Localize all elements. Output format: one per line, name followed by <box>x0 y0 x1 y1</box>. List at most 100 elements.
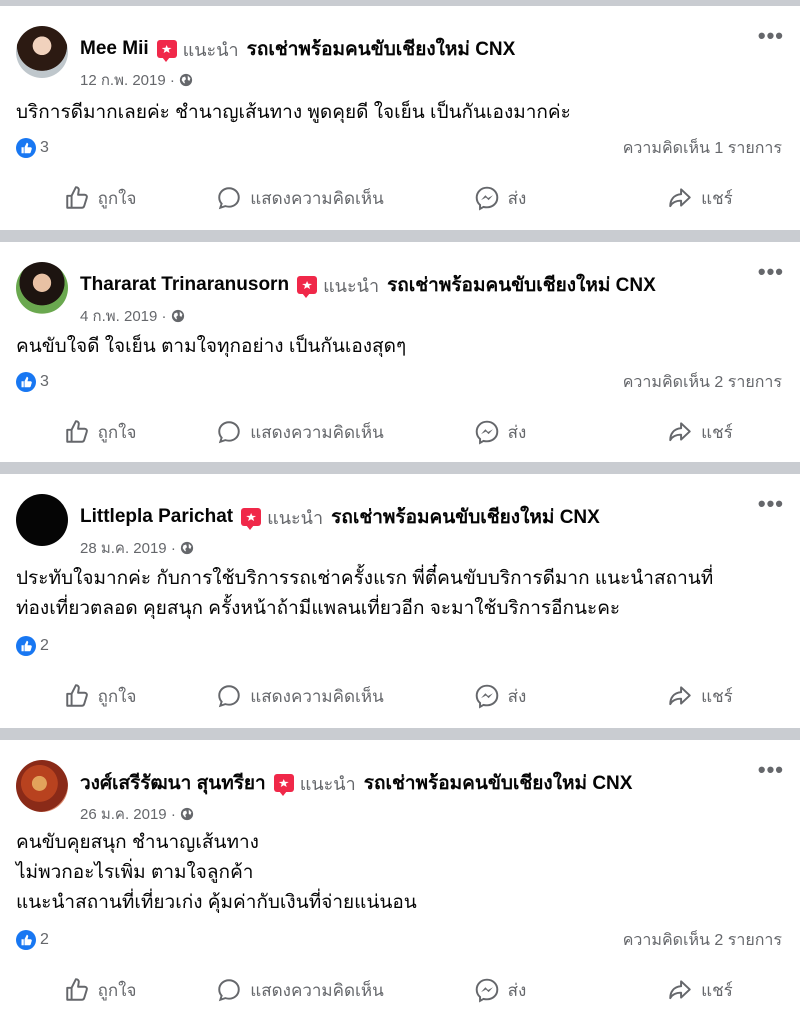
thumbs-up-icon <box>65 684 88 707</box>
comment-count[interactable]: ความคิดเห็น 2 รายการ <box>623 370 782 395</box>
like-label: ถูกใจ <box>97 980 137 1000</box>
recommend-label: แนะนำ <box>267 507 324 528</box>
author-name[interactable]: Littlepla Parichat <box>80 506 233 528</box>
like-label: ถูกใจ <box>97 188 137 208</box>
globe-icon <box>180 541 193 555</box>
comment-label: แสดงความคิดเห็น <box>250 980 384 1000</box>
author-name[interactable]: วงศ์เสรีรัฒนา สุนทรียา <box>80 768 266 798</box>
post-date[interactable]: 26 ม.ค. 2019 · <box>80 802 176 826</box>
comment-button[interactable]: แสดงความคิดเห็น <box>200 178 400 218</box>
share-button[interactable]: แชร์ <box>600 412 800 452</box>
like-button[interactable]: ถูกใจ <box>0 676 200 716</box>
post-text-line: คนขับใจดี ใจเย็น ตามใจทุกอย่าง เป็นกันเอ… <box>16 336 407 357</box>
like-label: ถูกใจ <box>97 686 137 706</box>
share-icon <box>669 980 691 1000</box>
more-options-button[interactable]: ••• <box>758 25 784 47</box>
avatar[interactable] <box>16 26 68 78</box>
share-button[interactable]: แชร์ <box>600 970 800 1010</box>
comment-count[interactable]: ความคิดเห็น 2 รายการ <box>623 928 782 953</box>
like-count[interactable]: 2 <box>40 931 49 949</box>
like-reaction-icon[interactable] <box>16 138 36 158</box>
like-count[interactable]: 3 <box>40 139 49 157</box>
post-text-line: ท่องเที่ยวตลอด คุยสนุก ครั้งหน้าถ้ามีแพล… <box>16 598 621 619</box>
avatar[interactable] <box>16 760 68 812</box>
action-bar: ถูกใจ แสดงความคิดเห็น ส่ง แชร์ <box>0 970 800 1010</box>
comment-button[interactable]: แสดงความคิดเห็น <box>200 676 400 716</box>
like-reaction-icon[interactable] <box>16 930 36 950</box>
post-date[interactable]: 28 ม.ค. 2019 · <box>80 536 176 560</box>
post-text-line: แนะนำสถานที่เที่ยวเก่ง คุ้มค่ากับเงินที่… <box>16 892 417 913</box>
action-bar: ถูกใจ แสดงความคิดเห็น ส่ง แชร์ <box>0 676 800 716</box>
page-name-link[interactable]: รถเช่าพร้อมคนขับเชียงใหม่ CNX <box>387 270 656 300</box>
share-icon <box>669 686 691 706</box>
like-button[interactable]: ถูกใจ <box>0 412 200 452</box>
avatar[interactable] <box>16 494 68 546</box>
more-options-button[interactable]: ••• <box>758 493 784 515</box>
send-button[interactable]: ส่ง <box>400 412 600 452</box>
more-options-button[interactable]: ••• <box>758 759 784 781</box>
comment-icon <box>218 979 241 1002</box>
author-name[interactable]: Mee Mii <box>80 38 149 60</box>
post-header: Thararat Trinaranusorn แนะนำ รถเช่าพร้อม… <box>16 261 784 325</box>
thumbs-up-icon <box>65 978 88 1001</box>
action-bar: ถูกใจ แสดงความคิดเห็น ส่ง แชร์ <box>0 412 800 452</box>
share-label: แชร์ <box>701 422 733 442</box>
send-button[interactable]: ส่ง <box>400 970 600 1010</box>
recommend-icon <box>241 508 262 530</box>
like-count[interactable]: 2 <box>40 637 49 655</box>
thumbs-up-icon <box>65 186 88 209</box>
review-post: Thararat Trinaranusorn แนะนำ รถเช่าพร้อม… <box>0 242 800 462</box>
thumbs-up-icon <box>65 420 88 443</box>
post-text: บริการดีมากเลยค่ะ ชำนาญเส้นทาง พูดคุยดี … <box>16 98 780 128</box>
comment-icon <box>218 685 241 708</box>
comment-button[interactable]: แสดงความคิดเห็น <box>200 970 400 1010</box>
recommend-icon <box>273 774 294 796</box>
like-label: ถูกใจ <box>97 422 137 442</box>
recommend-label: แนะนำ <box>323 275 380 296</box>
send-label: ส่ง <box>507 686 527 706</box>
author-name[interactable]: Thararat Trinaranusorn <box>80 274 289 296</box>
page-name-link[interactable]: รถเช่าพร้อมคนขับเชียงใหม่ CNX <box>247 34 516 64</box>
share-button[interactable]: แชร์ <box>600 676 800 716</box>
share-icon <box>669 188 691 208</box>
post-text: คนขับคุยสนุก ชำนาญเส้นทาง ไม่พวกอะไรเพิ่… <box>16 828 780 918</box>
more-options-button[interactable]: ••• <box>758 261 784 283</box>
send-button[interactable]: ส่ง <box>400 676 600 716</box>
send-button[interactable]: ส่ง <box>400 178 600 218</box>
messenger-icon <box>475 186 498 211</box>
comment-label: แสดงความคิดเห็น <box>250 686 384 706</box>
share-label: แชร์ <box>701 980 733 1000</box>
comment-icon <box>218 421 241 444</box>
reactions-bar: 2 ความคิดเห็น 2 รายการ <box>16 928 782 952</box>
comment-count[interactable]: ความคิดเห็น 1 รายการ <box>623 136 782 161</box>
like-count[interactable]: 3 <box>40 373 49 391</box>
post-header: วงศ์เสรีรัฒนา สุนทรียา แนะนำ รถเช่าพร้อม… <box>16 759 784 823</box>
recommend-label: แนะนำ <box>299 773 356 794</box>
review-post: Mee Mii แนะนำ รถเช่าพร้อมคนขับเชียงใหม่ … <box>0 6 800 230</box>
messenger-icon <box>475 684 498 709</box>
post-date[interactable]: 12 ก.พ. 2019 · <box>80 68 175 92</box>
post-date[interactable]: 4 ก.พ. 2019 · <box>80 304 167 328</box>
reactions-bar: 3 ความคิดเห็น 1 รายการ <box>16 136 782 160</box>
comment-button[interactable]: แสดงความคิดเห็น <box>200 412 400 452</box>
recommend-icon <box>297 276 318 298</box>
like-button[interactable]: ถูกใจ <box>0 178 200 218</box>
post-text-line: บริการดีมากเลยค่ะ ชำนาญเส้นทาง พูดคุยดี … <box>16 102 571 123</box>
post-text-line: ประทับใจมากค่ะ กับการใช้บริการรถเช่าครั้… <box>16 568 714 589</box>
reactions-bar: 3 ความคิดเห็น 2 รายการ <box>16 370 782 394</box>
page-name-link[interactable]: รถเช่าพร้อมคนขับเชียงใหม่ CNX <box>331 502 600 532</box>
globe-icon <box>179 73 192 87</box>
post-text-line: ไม่พวกอะไรเพิ่ม ตามใจลูกค้า <box>16 862 254 883</box>
like-reaction-icon[interactable] <box>16 636 36 656</box>
share-button[interactable]: แชร์ <box>600 178 800 218</box>
comment-label: แสดงความคิดเห็น <box>250 188 384 208</box>
reactions-bar: 2 <box>16 634 782 658</box>
globe-icon <box>180 807 193 821</box>
like-button[interactable]: ถูกใจ <box>0 970 200 1010</box>
avatar[interactable] <box>16 262 68 314</box>
like-reaction-icon[interactable] <box>16 372 36 392</box>
review-post: Littlepla Parichat แนะนำ รถเช่าพร้อมคนขั… <box>0 474 800 728</box>
page-name-link[interactable]: รถเช่าพร้อมคนขับเชียงใหม่ CNX <box>364 768 633 798</box>
recommend-icon <box>156 40 177 62</box>
review-post: วงศ์เสรีรัฒนา สุนทรียา แนะนำ รถเช่าพร้อม… <box>0 740 800 1017</box>
